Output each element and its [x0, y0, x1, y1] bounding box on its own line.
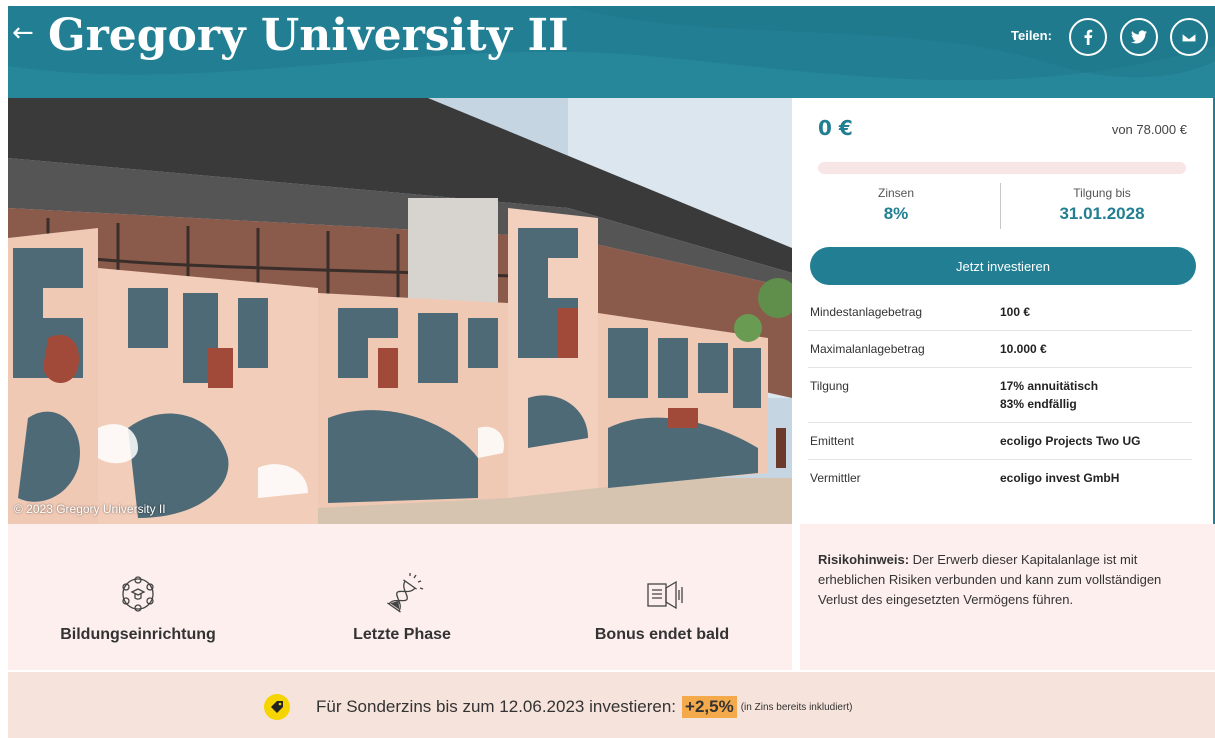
term-key: Tilgung: [810, 379, 849, 393]
term-key: Emittent: [810, 434, 855, 448]
term-row: Mindestanlagebetrag 100 €: [808, 294, 1192, 331]
feature-education: Bildungseinrichtung: [28, 524, 248, 670]
education-icon: [116, 572, 160, 616]
stat-divider: [1000, 183, 1001, 229]
feature-label: Bonus endet bald: [594, 626, 730, 643]
feature-bonus-ends: Bonus endet bald: [552, 524, 772, 670]
feature-label: Letzte Phase: [353, 626, 451, 643]
term-key: Vermittler: [810, 471, 861, 485]
funding-goal: von 78.000 €: [1111, 122, 1187, 137]
term-value: 100 €: [1000, 305, 1031, 319]
project-photo: © 2023 Gregory University II: [8, 98, 792, 524]
term-key: Mindestanlagebetrag: [810, 305, 923, 319]
terms-table: Mindestanlagebetrag 100 € Maximalanlageb…: [808, 294, 1192, 496]
back-arrow-icon[interactable]: ←: [12, 18, 34, 48]
term-row: Vermittler ecoligo invest GmbH: [808, 460, 1192, 496]
email-icon: [1181, 32, 1197, 43]
hourglass-icon: [380, 572, 424, 616]
term-value: ecoligo invest GmbH: [1000, 471, 1120, 485]
repayment-stat: Tilgung bis 31.01.2028: [1022, 186, 1182, 224]
share-twitter-button[interactable]: [1120, 18, 1158, 56]
twitter-icon: [1131, 30, 1147, 44]
photo-credit: © 2023 Gregory University II: [14, 502, 166, 516]
features-strip: Bildungseinrichtung Letzte Phase Bonus e…: [8, 524, 792, 670]
interest-stat: Zinsen 8%: [826, 186, 966, 224]
building-mural-image: [8, 98, 792, 524]
feature-label: Bildungseinrichtung: [60, 626, 216, 643]
investment-panel: 0 € von 78.000 € Zinsen 8% Tilgung bis 3…: [792, 98, 1215, 524]
term-row: Emittent ecoligo Projects Two UG: [808, 423, 1192, 460]
term-value: 10.000 €: [1000, 342, 1047, 356]
bonus-content: Für Sonderzins bis zum 12.06.2023 invest…: [264, 694, 852, 720]
share-email-button[interactable]: [1170, 18, 1208, 56]
funding-progress-bar: [818, 162, 1186, 174]
bonus-note: (in Zins bereits inkludiert): [740, 701, 853, 713]
interest-value: 8%: [883, 204, 909, 223]
term-value-line: 83% endfällig: [1000, 397, 1077, 411]
bonus-rate: +2,5%: [682, 696, 737, 718]
page-title: Gregory University II: [48, 10, 569, 61]
repayment-value: 31.01.2028: [1059, 204, 1145, 223]
invested-amount: 0 €: [818, 116, 853, 140]
bonus-banner: Für Sonderzins bis zum 12.06.2023 invest…: [8, 672, 1215, 738]
risk-title: Risikohinweis:: [818, 552, 910, 567]
invest-now-button[interactable]: Jetzt investieren: [810, 247, 1196, 285]
share-label: Teilen:: [1011, 28, 1052, 43]
share-facebook-button[interactable]: [1069, 18, 1107, 56]
facebook-icon: [1084, 29, 1093, 45]
risk-notice: Risikohinweis: Der Erwerb dieser Kapital…: [796, 524, 1215, 670]
repayment-label: Tilgung bis: [1073, 186, 1131, 200]
megaphone-icon: [640, 572, 684, 616]
page-header: ← Gregory University II Teilen:: [8, 6, 1215, 98]
interest-label: Zinsen: [877, 186, 915, 200]
feature-last-phase: Letzte Phase: [292, 524, 512, 670]
tag-icon: [264, 694, 290, 720]
term-value: ecoligo Projects Two UG: [1000, 434, 1141, 448]
term-value-line: 17% annuitätisch: [1000, 379, 1099, 393]
term-row: Maximalanlagebetrag 10.000 €: [808, 331, 1192, 368]
term-row: Tilgung 17% annuitätisch 83% endfällig: [808, 368, 1192, 423]
term-key: Maximalanlagebetrag: [810, 342, 925, 356]
bonus-text: Für Sonderzins bis zum 12.06.2023 invest…: [316, 697, 677, 716]
term-value: 17% annuitätisch 83% endfällig: [1000, 377, 1098, 413]
